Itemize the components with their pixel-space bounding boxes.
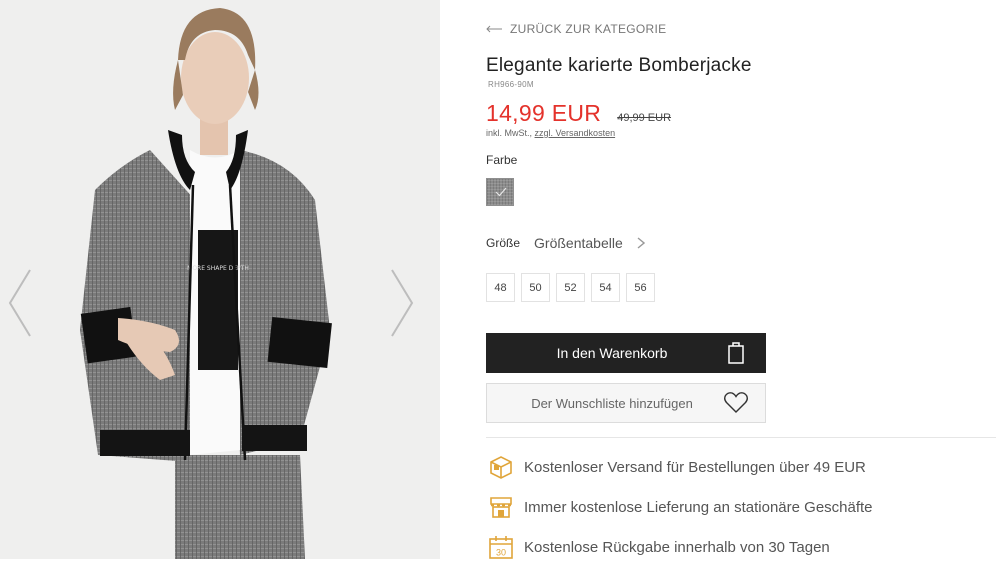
product-photo: MORE SHAPE DEPTH bbox=[0, 0, 440, 559]
calendar-30-icon: 30 bbox=[486, 532, 516, 562]
color-label: Farbe bbox=[486, 153, 518, 167]
benefit-text: Kostenloser Versand für Bestellungen übe… bbox=[524, 458, 866, 476]
add-to-cart-label: In den Warenkorb bbox=[556, 345, 668, 361]
size-options: 48 50 52 54 56 bbox=[486, 273, 655, 302]
store-icon bbox=[486, 492, 516, 522]
benefit-store-delivery: Immer kostenlose Lieferung an stationäre… bbox=[486, 492, 996, 522]
size-row: Größe Größentabelle bbox=[486, 235, 645, 251]
chevron-right-icon[interactable] bbox=[637, 237, 645, 249]
price-row: 14,99 EUR 49,99 EUR bbox=[486, 100, 671, 127]
size-label: Größe bbox=[486, 236, 521, 250]
tax-info: inkl. MwSt., zzgl. Versandkosten bbox=[486, 128, 615, 138]
chevron-left-icon bbox=[8, 269, 31, 337]
size-chart-link[interactable]: Größentabelle bbox=[534, 235, 623, 251]
shipping-costs-link[interactable]: zzgl. Versandkosten bbox=[535, 128, 616, 138]
back-link-label: ZURÜCK ZUR KATEGORIE bbox=[510, 22, 667, 36]
benefit-free-returns: 30 Kostenlose Rückgabe innerhalb von 30 … bbox=[486, 532, 996, 562]
size-option-56[interactable]: 56 bbox=[626, 273, 655, 302]
product-gallery: MORE SHAPE DEPTH bbox=[0, 0, 440, 559]
arrow-left-icon bbox=[486, 25, 502, 33]
old-price: 49,99 EUR bbox=[617, 112, 672, 124]
add-to-cart-button[interactable]: In den Warenkorb bbox=[486, 333, 766, 373]
delivery-box-icon bbox=[486, 452, 516, 482]
product-title: Elegante karierte Bomberjacke bbox=[486, 55, 752, 76]
add-to-wishlist-button[interactable]: Der Wunschliste hinzufügen bbox=[486, 383, 766, 423]
size-option-54[interactable]: 54 bbox=[591, 273, 620, 302]
tax-label: inkl. MwSt., bbox=[486, 128, 533, 138]
size-option-50[interactable]: 50 bbox=[521, 273, 550, 302]
checkmark-icon bbox=[495, 187, 507, 197]
back-to-category-link[interactable]: ZURÜCK ZUR KATEGORIE bbox=[486, 22, 666, 36]
gallery-next-button[interactable] bbox=[386, 268, 416, 338]
calendar-badge: 30 bbox=[496, 548, 506, 558]
color-swatch-grey-check[interactable] bbox=[486, 178, 514, 206]
add-to-wishlist-label: Der Wunschliste hinzufügen bbox=[531, 395, 693, 411]
current-price: 14,99 EUR bbox=[486, 100, 602, 126]
gallery-prev-button[interactable] bbox=[6, 268, 36, 338]
shirt-print-line-1: MORE SHAPE DEPTH bbox=[187, 265, 249, 272]
size-option-52[interactable]: 52 bbox=[556, 273, 585, 302]
benefit-free-shipping: Kostenloser Versand für Bestellungen übe… bbox=[486, 452, 996, 482]
product-sku: RH966-90M bbox=[488, 80, 534, 89]
benefit-text: Immer kostenlose Lieferung an stationäre… bbox=[524, 498, 873, 516]
shopping-bag-icon bbox=[728, 342, 744, 364]
chevron-right-icon bbox=[391, 269, 414, 337]
divider bbox=[486, 437, 996, 438]
benefit-text: Kostenlose Rückgabe innerhalb von 30 Tag… bbox=[524, 538, 830, 556]
product-details: ZURÜCK ZUR KATEGORIE Elegante karierte B… bbox=[486, 0, 996, 559]
size-option-48[interactable]: 48 bbox=[486, 273, 515, 302]
heart-icon bbox=[724, 392, 748, 413]
